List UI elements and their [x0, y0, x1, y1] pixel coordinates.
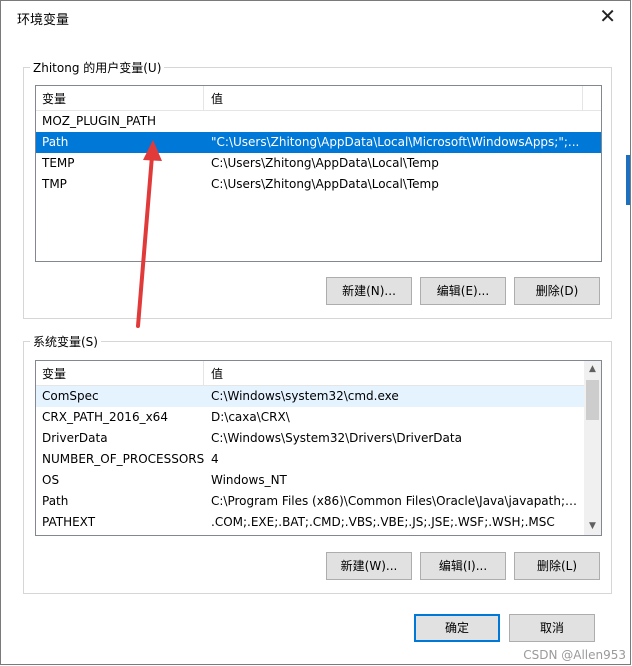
list-item[interactable]: CRX_PATH_2016_x64 D:\caxa\CRX\ [36, 407, 601, 428]
variable-name: Path [42, 135, 69, 149]
user-new-button[interactable]: 新建(N)... [326, 277, 412, 305]
system-variables-group: 系统变量(S) 变量 值 ComSpec C:\Windows\system32… [23, 333, 612, 594]
variable-value: Windows_NT [211, 473, 287, 487]
variable-name: TEMP [42, 156, 75, 170]
environment-variables-dialog: 环境变量 ✕ Zhitong 的用户变量(U) 变量 值 MOZ_PLUGIN_… [0, 0, 631, 665]
variable-value: C:\Program Files (x86)\Common Files\Orac… [211, 494, 581, 508]
ok-button[interactable]: 确定 [414, 614, 500, 642]
variable-name: DriverData [42, 431, 108, 445]
system-variables-label: 系统变量(S) [30, 333, 101, 350]
variable-name: CRX_PATH_2016_x64 [42, 410, 168, 424]
scroll-up-arrow-icon[interactable]: ▲ [584, 361, 601, 378]
variable-name: PATHEXT [42, 515, 96, 529]
list-item[interactable]: OS Windows_NT [36, 470, 601, 491]
vertical-scrollbar[interactable]: ▲ ▼ [584, 361, 601, 535]
system-new-button[interactable]: 新建(W)... [326, 552, 412, 580]
user-variables-list[interactable]: 变量 值 MOZ_PLUGIN_PATH Path "C:\Users\Zhit… [35, 85, 602, 262]
variable-value: C:\Users\Zhitong\AppData\Local\Temp [211, 156, 439, 170]
list-item[interactable]: NUMBER_OF_PROCESSORS 4 [36, 449, 601, 470]
list-item[interactable]: PATHEXT .COM;.EXE;.BAT;.CMD;.VBS;.VBE;.J… [36, 512, 601, 533]
variable-name: TMP [42, 177, 67, 191]
column-header-value[interactable]: 值 [205, 361, 223, 389]
system-delete-button[interactable]: 删除(L) [514, 552, 600, 580]
variable-value: C:\Windows\system32\cmd.exe [211, 389, 399, 403]
column-header-value[interactable]: 值 [205, 86, 223, 114]
variable-name: OS [42, 473, 60, 487]
variable-name: MOZ_PLUGIN_PATH [42, 114, 157, 128]
list-item-selected[interactable]: ComSpec C:\Windows\system32\cmd.exe [36, 386, 601, 407]
column-header-variable[interactable]: 变量 [36, 361, 204, 385]
background-window-accent [626, 155, 630, 205]
variable-value: C:\Windows\System32\Drivers\DriverData [211, 431, 462, 445]
variable-value: D:\caxa\CRX\ [211, 410, 290, 424]
system-edit-button[interactable]: 编辑(I)... [420, 552, 506, 580]
variable-name: ComSpec [42, 389, 99, 403]
user-edit-button[interactable]: 编辑(E)... [420, 277, 506, 305]
list-item[interactable]: Path C:\Program Files (x86)\Common Files… [36, 491, 601, 512]
scroll-down-arrow-icon[interactable]: ▼ [584, 518, 601, 535]
variable-name: NUMBER_OF_PROCESSORS [42, 452, 205, 466]
column-separator [582, 86, 583, 110]
list-item-selected[interactable]: Path "C:\Users\Zhitong\AppData\Local\Mic… [36, 132, 601, 153]
title-bar: 环境变量 ✕ [1, 1, 630, 33]
scrollbar-thumb[interactable] [586, 380, 599, 420]
variable-value: .COM;.EXE;.BAT;.CMD;.VBS;.VBE;.JS;.JSE;.… [211, 515, 555, 529]
list-header: 变量 值 [36, 86, 601, 111]
column-header-variable[interactable]: 变量 [36, 86, 204, 110]
list-item[interactable]: DriverData C:\Windows\System32\Drivers\D… [36, 428, 601, 449]
variable-name: Path [42, 494, 69, 508]
user-variables-group: Zhitong 的用户变量(U) 变量 值 MOZ_PLUGIN_PATH Pa… [23, 59, 612, 319]
variable-value: "C:\Users\Zhitong\AppData\Local\Microsof… [211, 135, 580, 149]
list-item[interactable]: TMP C:\Users\Zhitong\AppData\Local\Temp [36, 174, 601, 195]
variable-value: 4 [211, 452, 219, 466]
variable-value: C:\Users\Zhitong\AppData\Local\Temp [211, 177, 439, 191]
cancel-button[interactable]: 取消 [509, 614, 595, 642]
user-variables-label: Zhitong 的用户变量(U) [30, 59, 165, 76]
watermark: CSDN @Allen953 [523, 648, 626, 662]
list-item[interactable]: MOZ_PLUGIN_PATH [36, 111, 601, 132]
close-icon[interactable]: ✕ [599, 5, 616, 27]
window-title: 环境变量 [17, 13, 70, 28]
user-delete-button[interactable]: 删除(D) [514, 277, 600, 305]
system-variables-list[interactable]: 变量 值 ComSpec C:\Windows\system32\cmd.exe… [35, 360, 602, 536]
list-item[interactable]: TEMP C:\Users\Zhitong\AppData\Local\Temp [36, 153, 601, 174]
list-header: 变量 值 [36, 361, 601, 386]
